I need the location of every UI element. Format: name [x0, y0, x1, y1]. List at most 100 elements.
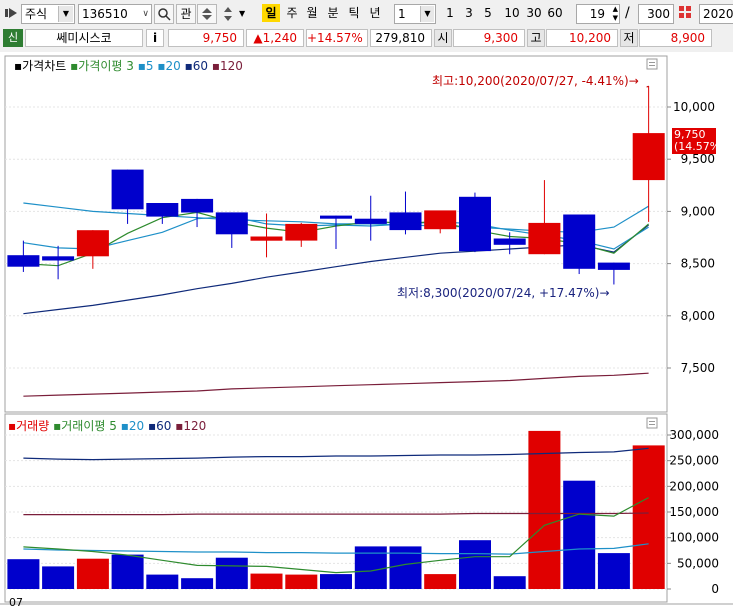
arrows-icon [202, 8, 212, 20]
volume-tick-label: 100,000 [669, 531, 719, 545]
period-week[interactable]: 주 [284, 4, 300, 22]
count-separator: / [625, 5, 630, 21]
change-rate: +14.57% [306, 29, 368, 47]
candle-body [389, 212, 422, 231]
candle-body [632, 133, 665, 181]
candle-body [250, 236, 283, 241]
volume-tick-label: 200,000 [669, 479, 719, 493]
stock-code-value: 136510 [82, 7, 128, 21]
volume-bar [42, 566, 75, 589]
interest-button[interactable]: 관 [176, 4, 196, 24]
volume-bar [493, 576, 526, 589]
stock-name: 쎄미시스코 [25, 29, 143, 47]
volume-legend: ▪거래량 ▪거래이평 5 ▪20 ▪60 ▪120 [8, 417, 206, 434]
stock-code-input[interactable]: 136510 ∨ [78, 4, 152, 24]
open-label: 시 [434, 29, 452, 47]
candle-body [76, 230, 109, 257]
date-input[interactable]: 2020/ [699, 4, 733, 24]
volume-bar [215, 557, 248, 589]
volume-bar [7, 559, 40, 589]
price-tick-label: 8,500 [681, 257, 715, 271]
legend-vma20: ▪20 [120, 419, 145, 433]
market-select[interactable]: 주식 ▼ [21, 4, 75, 24]
add-icon[interactable] [677, 4, 693, 22]
candle-body [215, 212, 248, 235]
window-menu-icon[interactable] [4, 6, 18, 20]
legend-vma60: ▪60 [147, 419, 172, 433]
volume-tick-label: 300,000 [669, 428, 719, 442]
search-button[interactable] [154, 4, 174, 24]
candle-body [597, 262, 630, 270]
candle-body [181, 198, 214, 213]
volume-tick-label: 150,000 [669, 505, 719, 519]
legend-ma60: ▪60 [184, 59, 209, 73]
current-price: 9,750 [168, 29, 244, 47]
info-button[interactable]: i [146, 29, 164, 47]
current-price-tag: 9,750 (14.57%) [672, 128, 725, 154]
chevron-down-icon: ∨ [142, 9, 149, 19]
dropdown-arrow-icon[interactable]: ▼ [239, 9, 245, 18]
chart-area[interactable]: 10,000 9,500 9,000 8,500 8,000 7,500 300,000 25… [0, 52, 733, 610]
spread-button[interactable] [197, 4, 217, 24]
volume-panel-control[interactable] [646, 417, 658, 429]
price-legend: ▪가격차트 ▪가격이평 3 ▪5 ▪20 ▪60 ▪120 [14, 57, 243, 74]
high-label: 고 [527, 29, 545, 47]
volume-bar [528, 430, 561, 589]
price-tick-label: 7,500 [681, 361, 715, 375]
volume-tick-label: 0 [711, 582, 719, 596]
visible-count-value: 19 [589, 7, 605, 21]
legend-ma-volume: ▪거래이평 5 [53, 419, 117, 433]
chart-svg[interactable]: 10,000 9,500 9,000 8,500 8,000 7,500 300,000 25… [0, 52, 733, 610]
volume-bar [146, 574, 179, 589]
period-month[interactable]: 월 [304, 4, 320, 22]
market-select-value: 주식 [25, 7, 48, 21]
price-panel-control[interactable] [646, 58, 658, 70]
total-count-input[interactable]: 300 [638, 4, 674, 24]
range-1[interactable]: 1 [444, 4, 456, 22]
volume-bar [285, 574, 318, 589]
up-down-icon [224, 7, 232, 21]
price-tick-label: 9,500 [681, 152, 715, 166]
credit-badge: 신 [3, 29, 23, 47]
candle-body [354, 218, 387, 224]
volume-tick-label: 50,000 [677, 556, 719, 570]
legend-title-volume: ▪거래량 [8, 419, 50, 433]
price-tick-label: 10,000 [673, 100, 715, 114]
low-label: 저 [620, 29, 638, 47]
search-icon [158, 8, 171, 21]
period-day[interactable]: 일 [262, 4, 280, 22]
legend-ma120: ▪120 [211, 59, 243, 73]
open-price: 9,300 [453, 29, 525, 47]
interval-value: 1 [398, 7, 406, 21]
spin-icon: ▲ ▼ [612, 5, 618, 22]
range-5[interactable]: 5 [482, 4, 494, 22]
volume-bar [597, 553, 630, 589]
interval-select[interactable]: 1 ▼ [394, 4, 436, 24]
panel-menu-icon [646, 58, 658, 70]
volume-bar [632, 445, 665, 589]
visible-count-input[interactable]: 19 ▲ ▼ [576, 4, 620, 24]
range-30[interactable]: 30 [525, 4, 543, 22]
candle-body [424, 210, 457, 230]
legend-ma20: ▪20 [157, 59, 181, 73]
volume-tick-label: 250,000 [669, 454, 719, 468]
period-year[interactable]: 년 [367, 4, 383, 22]
range-60[interactable]: 60 [546, 4, 564, 22]
tag-rate: (14.57%) [674, 140, 725, 153]
price-tick-label: 8,000 [681, 309, 715, 323]
legend-vma120: ▪120 [175, 419, 207, 433]
period-minute[interactable]: 분 [325, 4, 341, 22]
chevron-down-icon: ▼ [420, 6, 434, 22]
range-3[interactable]: 3 [463, 4, 475, 22]
max-annotation: 최고:10,200(2020/07/27, -4.41%)→ [432, 74, 639, 88]
candle-body [111, 169, 144, 210]
candle-body [320, 215, 352, 219]
volume-bar [320, 574, 352, 589]
x-axis-month: 07 [9, 596, 23, 609]
price-tick-label: 9,000 [681, 204, 715, 218]
code-stepper[interactable] [220, 4, 236, 24]
period-tick[interactable]: 틱 [346, 4, 362, 22]
range-10[interactable]: 10 [503, 4, 521, 22]
volume-bar [111, 554, 144, 589]
panel-menu-icon [646, 417, 658, 429]
